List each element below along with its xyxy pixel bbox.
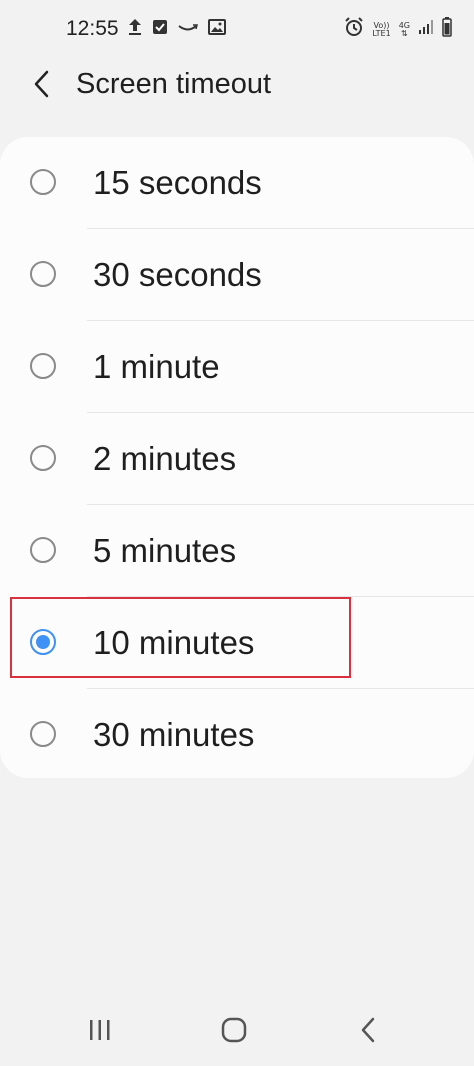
recent-apps-button[interactable]: [80, 1012, 120, 1052]
radio-button[interactable]: [30, 537, 56, 563]
radio-button[interactable]: [30, 261, 56, 287]
alarm-icon: [344, 17, 364, 42]
data-arrows-icon: ⇅: [401, 28, 408, 38]
back-icon: [360, 1017, 376, 1048]
checkbox-icon: [152, 19, 168, 40]
volte-line2: LTE1: [372, 28, 391, 38]
option-label: 30 minutes: [93, 716, 255, 753]
recent-apps-icon: [88, 1019, 112, 1046]
signal-icon: [418, 19, 434, 40]
option-label: 30 seconds: [93, 256, 262, 293]
volte-icon: Vo)) LTE1: [372, 21, 391, 38]
option-1-minute[interactable]: 1 minute: [0, 321, 474, 413]
option-label: 2 minutes: [93, 440, 237, 477]
screen: 12:55 Vo)) LTE1 4G ⇅ Screen timeout 15 s…: [0, 0, 474, 1066]
option-5-minutes[interactable]: 5 minutes: [0, 505, 474, 597]
status-bar: 12:55 Vo)) LTE1 4G ⇅: [0, 0, 474, 58]
gallery-icon: [208, 19, 226, 40]
radio-button[interactable]: [30, 721, 56, 747]
nav-back-button[interactable]: [348, 1012, 388, 1052]
option-label: 1 minute: [93, 348, 220, 385]
option-15-seconds[interactable]: 15 seconds: [0, 137, 474, 229]
option-30-seconds[interactable]: 30 seconds: [0, 229, 474, 321]
radio-button[interactable]: [30, 445, 56, 471]
navigation-bar: [0, 990, 474, 1066]
amazon-smile-icon: [178, 21, 198, 39]
chevron-left-icon: [32, 69, 52, 104]
radio-button[interactable]: [30, 353, 56, 379]
option-30-minutes[interactable]: 30 minutes: [0, 689, 474, 781]
highlight-box: [10, 597, 351, 678]
status-right-icons: Vo)) LTE1 4G ⇅: [344, 17, 452, 42]
back-button[interactable]: [24, 66, 60, 106]
radio-button[interactable]: [30, 169, 56, 195]
status-left-icons: [128, 18, 226, 41]
option-label: 5 minutes: [93, 532, 237, 569]
4g-data-icon: 4G ⇅: [399, 21, 410, 38]
battery-icon: [442, 17, 452, 42]
home-icon: [221, 1017, 247, 1048]
home-button[interactable]: [214, 1012, 254, 1052]
status-time: 12:55: [66, 17, 119, 40]
option-2-minutes[interactable]: 2 minutes: [0, 413, 474, 505]
page-title: Screen timeout: [76, 68, 272, 100]
header: Screen timeout: [0, 58, 474, 120]
timeout-options-list: 15 seconds 30 seconds 1 minute 2 minutes…: [0, 137, 474, 778]
option-label: 15 seconds: [93, 164, 262, 201]
upload-icon: [128, 18, 142, 41]
